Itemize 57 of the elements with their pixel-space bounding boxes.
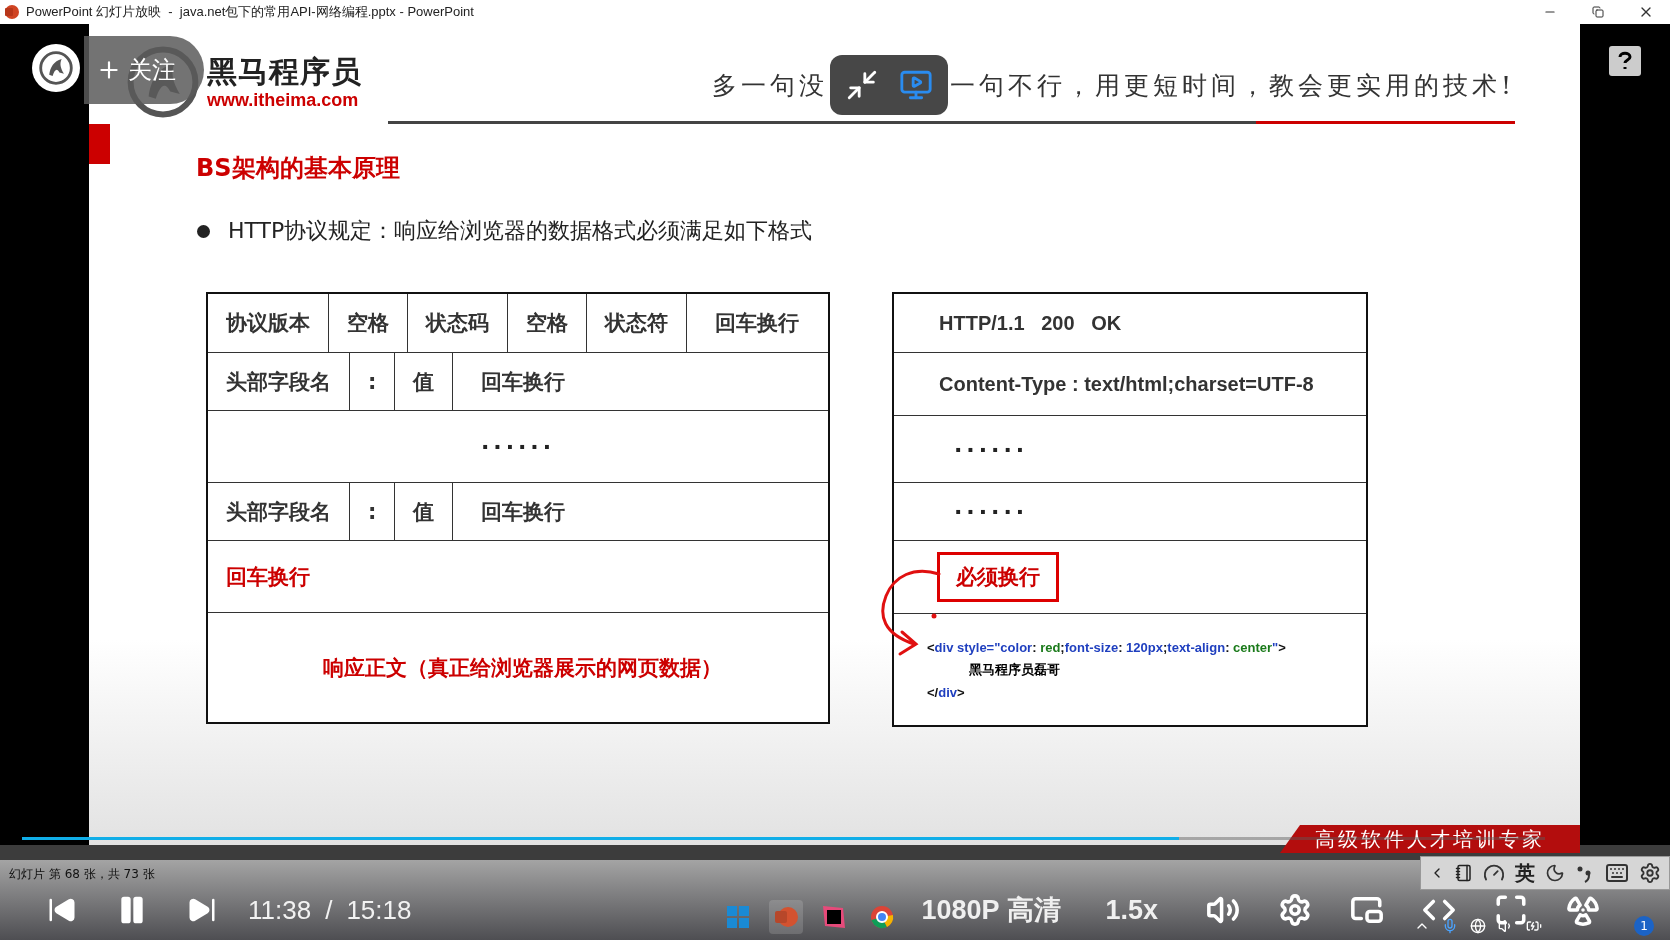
table-cell-text: 响应正文（真正给浏览器展示的网页数据） [323, 654, 722, 682]
code-line: <div style="color: red;font-size: 120px;text-align: center"> [927, 639, 1286, 655]
quality-button[interactable]: 1080P 高清 [921, 892, 1061, 928]
table-cell-text: 回车换行 [714, 310, 800, 337]
current-time: 11:38 [248, 894, 312, 926]
keyboard-icon[interactable] [1605, 861, 1629, 885]
table-cell-text: 回车换行 [480, 368, 567, 396]
ellipsis-text: ······ [480, 434, 556, 459]
slogan-text: 多一句没 [711, 69, 828, 102]
window-title: PowerPoint 幻灯片放映 - java.net包下的常用API-网络编程.pptx - PowerPoint [26, 3, 474, 21]
annotation-dot [931, 613, 937, 619]
speed-button[interactable]: 1.5x [1105, 894, 1159, 926]
duration: 15:18 [346, 894, 412, 926]
help-icon[interactable] [1609, 46, 1641, 76]
bullet-text: HTTP协议规定：响应给浏览器的数据格式必须满足如下格式 [228, 217, 813, 245]
slogan-banner: 高级软件人才培训专家 [1280, 825, 1580, 853]
table-cell: : [350, 353, 396, 410]
code-line: 黑马程序员磊哥 [968, 660, 1061, 679]
logo-icon [39, 51, 73, 85]
highlight-label: 必须换行 [937, 552, 1059, 602]
table-cell: 协议版本 [208, 294, 329, 352]
globe-icon[interactable] [1470, 918, 1486, 934]
play-screen-icon [898, 68, 933, 102]
table-cell: 头部字段名 [208, 353, 350, 410]
table-cell: 状态符 [587, 294, 687, 352]
table-cell: 空格 [329, 294, 408, 352]
brand-name: 黑马程序员 [207, 53, 362, 90]
slide-status: 幻灯片 第 68 张，共 73 张 [9, 866, 155, 880]
slogan-text: 一句不行，用更短时间，教会更实用的技术! [949, 69, 1515, 102]
notification-badge[interactable]: 1 [1634, 916, 1654, 936]
brand-url: www.itheima.com [207, 89, 360, 111]
settings-icon[interactable] [1639, 862, 1661, 884]
code-line: </div> [927, 684, 966, 700]
notebook-icon[interactable] [1455, 864, 1473, 882]
bullet-dot [197, 224, 210, 238]
time-separator: / [325, 894, 333, 926]
moon-icon[interactable] [1545, 863, 1565, 883]
powerpoint-icon [4, 4, 20, 20]
table-cell: Content-Type : text/html;charset=UTF-8 [939, 372, 1314, 396]
table-cell: 头部字段名 [208, 483, 350, 540]
table-cell: HTTP/1.1 200 OK [939, 311, 1122, 335]
table-cell-text: 回车换行 [480, 498, 567, 526]
restore-icon [1592, 6, 1604, 18]
ellipsis-text: ······ [954, 499, 1029, 524]
table-cell: : [350, 483, 396, 540]
slide-title: BS架构的基本原理 [196, 153, 400, 184]
table-cell: 空格 [508, 294, 587, 352]
table-cell: 值 [395, 353, 454, 410]
slide-accent-bar [89, 124, 110, 164]
input-mode-button[interactable]: 英 [1515, 859, 1535, 887]
table-cell: 状态码 [408, 294, 508, 352]
table-cell: 值 [395, 483, 454, 540]
follow-button[interactable]: 关注 [84, 36, 204, 104]
microphone-icon[interactable] [1442, 918, 1458, 934]
ellipsis-text: ······ [954, 436, 1029, 462]
table-cell-text: 回车换行 [226, 563, 310, 591]
battery-icon[interactable] [1526, 918, 1542, 934]
